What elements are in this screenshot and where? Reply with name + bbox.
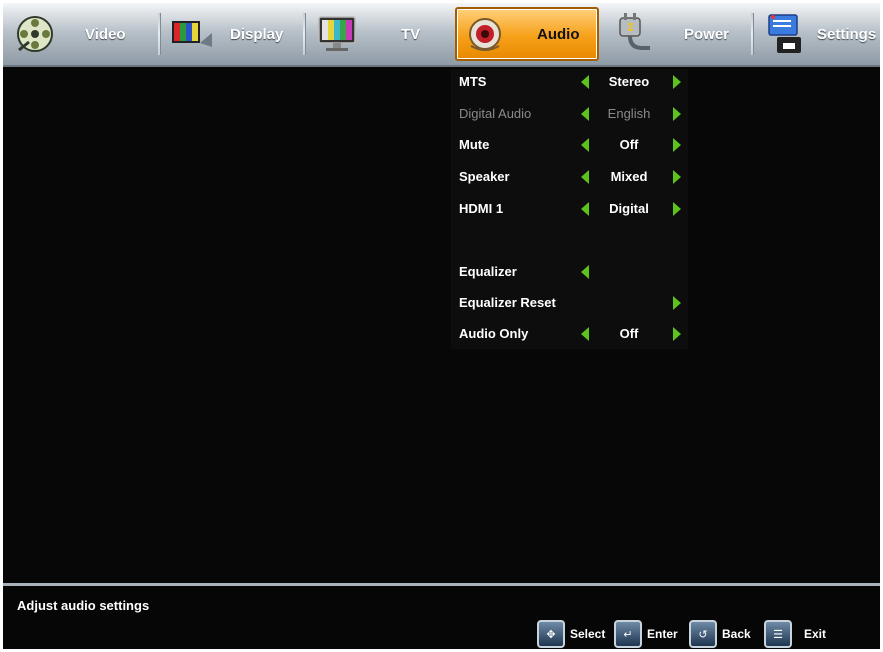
- power-plug-icon: [608, 10, 656, 58]
- tab-display[interactable]: Display: [168, 6, 298, 62]
- enter-key-icon: ↵: [614, 620, 642, 648]
- menu-item-label: Mute: [459, 137, 490, 152]
- menu-row-audio-only[interactable]: Audio Only Off: [451, 321, 688, 347]
- hint-label: Select: [570, 627, 606, 641]
- tab-audio[interactable]: Audio: [455, 7, 599, 61]
- tab-display-label: Display: [230, 25, 284, 43]
- menu-item-value: Digital: [609, 201, 649, 216]
- arrow-right-icon: [673, 107, 681, 121]
- status-footer: Adjust audio settings ✥ Select ↵ Enter ↺…: [3, 583, 880, 649]
- hint-back: ↺ Back: [689, 620, 751, 648]
- menu-row-mts[interactable]: MTS Stereo: [451, 69, 688, 95]
- arrow-left-icon[interactable]: [581, 138, 589, 152]
- speaker-icon: [461, 10, 509, 58]
- menu-item-label: Equalizer Reset: [459, 295, 556, 310]
- tab-audio-label: Audio: [537, 25, 580, 43]
- tv-monitor-icon: [313, 10, 361, 58]
- audio-menu-panel: MTS Stereo Digital Audio English Mute Of…: [451, 69, 688, 349]
- menu-item-label: Equalizer: [459, 264, 517, 279]
- arrow-right-icon[interactable]: [673, 75, 681, 89]
- menu-tab-bar: Video Display TV Audio Power Settings: [3, 3, 880, 67]
- tab-separator: [158, 13, 160, 55]
- tab-video-label: Video: [85, 25, 126, 43]
- menu-row-equalizer[interactable]: Equalizer: [451, 259, 688, 285]
- color-bars-icon: [168, 10, 216, 58]
- hint-label: Back: [722, 627, 751, 641]
- dpad-icon: ✥: [537, 620, 565, 648]
- arrow-left-icon[interactable]: [581, 75, 589, 89]
- tab-settings-label: Settings: [817, 25, 877, 43]
- tab-separator: [751, 13, 753, 55]
- arrow-left-icon: [581, 107, 589, 121]
- menu-row-mute[interactable]: Mute Off: [451, 132, 688, 158]
- settings-icon: [761, 10, 809, 58]
- hint-label: Exit: [804, 627, 827, 641]
- arrow-right-icon[interactable]: [673, 170, 681, 184]
- film-reel-icon: [11, 10, 59, 58]
- menu-row-digital-audio: Digital Audio English: [451, 101, 688, 127]
- menu-item-value: Off: [619, 326, 639, 341]
- hint-enter: ↵ Enter: [614, 620, 678, 648]
- status-text: Adjust audio settings: [17, 598, 150, 613]
- arrow-right-icon[interactable]: [673, 327, 681, 341]
- back-icon: ↺: [689, 620, 717, 648]
- menu-item-value: Mixed: [610, 169, 648, 184]
- tv-osd-screen: Video Display TV Audio Power Settings MT…: [3, 3, 880, 649]
- arrow-left-icon[interactable]: [581, 327, 589, 341]
- arrow-left-icon[interactable]: [581, 202, 589, 216]
- tab-separator: [303, 13, 305, 55]
- tab-power[interactable]: Power: [608, 6, 748, 62]
- menu-row-speaker[interactable]: Speaker Mixed: [451, 164, 688, 190]
- tab-settings[interactable]: Settings: [761, 6, 879, 62]
- arrow-right-icon[interactable]: [673, 296, 681, 310]
- arrow-left-icon[interactable]: [581, 265, 589, 279]
- menu-item-label: Speaker: [459, 169, 510, 184]
- tab-power-label: Power: [684, 25, 730, 43]
- menu-item-value: English: [607, 106, 651, 121]
- menu-row-hdmi1[interactable]: HDMI 1 Digital: [451, 196, 688, 222]
- tab-tv[interactable]: TV: [313, 6, 448, 62]
- arrow-left-icon[interactable]: [581, 170, 589, 184]
- arrow-right-icon[interactable]: [673, 202, 681, 216]
- hint-select: ✥ Select: [537, 620, 605, 648]
- menu-item-label: Digital Audio: [459, 106, 532, 121]
- arrow-right-icon[interactable]: [673, 138, 681, 152]
- menu-item-label: MTS: [459, 74, 487, 89]
- hint-label: Enter: [647, 627, 678, 641]
- tab-video[interactable]: Video: [11, 6, 151, 62]
- hint-exit: ☰ Exit: [764, 620, 826, 648]
- menu-item-label: HDMI 1: [459, 201, 504, 216]
- menu-row-equalizer-reset[interactable]: Equalizer Reset: [451, 290, 688, 316]
- menu-item-label: Audio Only: [459, 326, 529, 341]
- tab-tv-label: TV: [401, 25, 421, 43]
- menu-item-value: Off: [619, 137, 639, 152]
- menu-item-value: Stereo: [608, 74, 650, 89]
- exit-icon: ☰: [764, 620, 792, 648]
